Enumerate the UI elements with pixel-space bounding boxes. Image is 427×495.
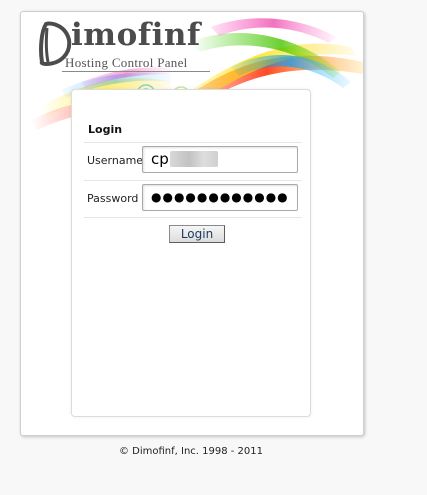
- logo-subtitle: Hosting Control Panel: [65, 55, 188, 70]
- logo-underline: [62, 71, 210, 72]
- username-label: Username: [87, 154, 144, 167]
- dimofinf-logo: imofinf Hosting Control Panel: [38, 14, 210, 78]
- password-label: Password: [87, 192, 139, 205]
- login-panel: imofinf Hosting Control Panel Login User…: [20, 11, 364, 436]
- login-button[interactable]: Login: [169, 225, 225, 243]
- logo-name-text: imofinf: [71, 17, 201, 53]
- footer-copyright: © Dimofinf, Inc. 1998 - 2011: [118, 446, 264, 457]
- password-mask: ●●●●●●●●●●●●: [151, 190, 289, 204]
- username-input[interactable]: cp: [142, 146, 298, 173]
- redacted-text-blur: [169, 151, 218, 167]
- username-row: Username cp: [84, 142, 302, 179]
- login-form: Login Username cp Password ●●●●●●●●●●●● …: [71, 89, 311, 417]
- password-input[interactable]: ●●●●●●●●●●●●: [142, 184, 298, 211]
- username-value: cp: [151, 150, 169, 168]
- password-row: Password ●●●●●●●●●●●●: [84, 180, 302, 218]
- login-heading: Login: [88, 123, 123, 136]
- login-page: imofinf Hosting Control Panel Login User…: [0, 0, 427, 495]
